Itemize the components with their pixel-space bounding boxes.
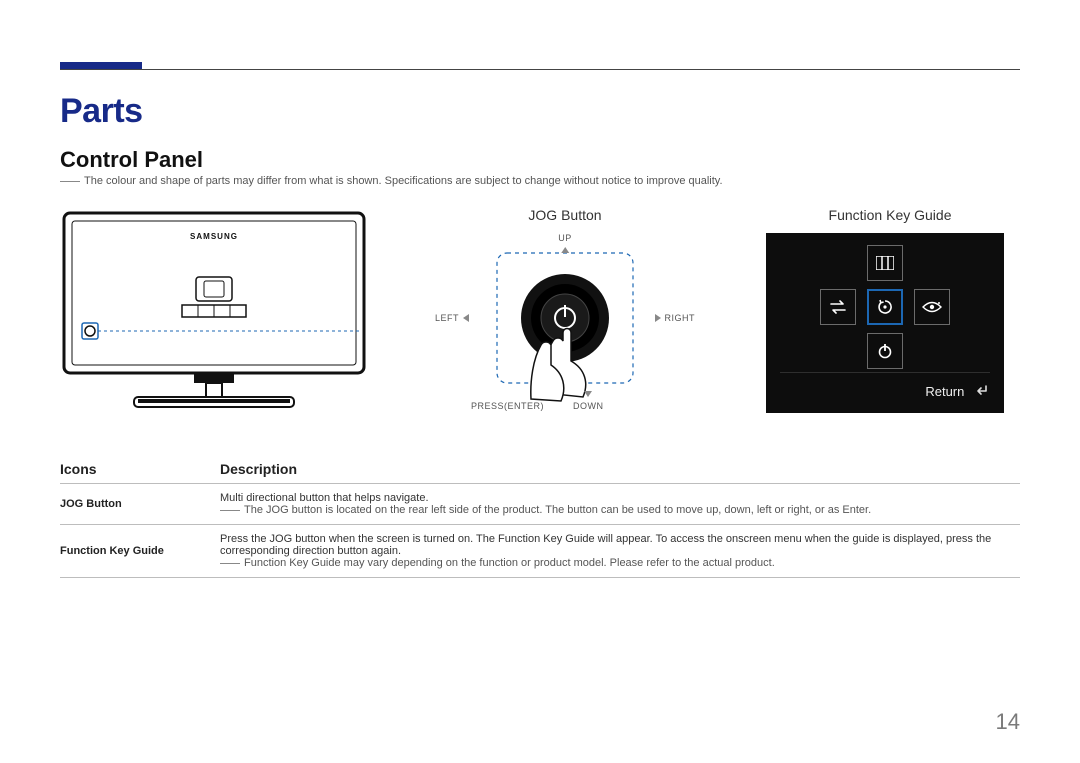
jog-stage: UP LEFT RIGHT DOWN PRESS(ENTER)	[435, 233, 695, 433]
jog-callout-right: RIGHT	[655, 313, 696, 323]
power-icon	[877, 343, 893, 359]
arrow-left-icon	[463, 314, 469, 322]
monitor-illustration: SAMSUNG	[60, 205, 370, 415]
function-key-guide-column: Function Key Guide	[760, 205, 1020, 413]
osd-divider	[780, 372, 990, 373]
note-dash-icon	[60, 181, 80, 182]
table-row: Function Key Guide Press the JOG button …	[60, 525, 1020, 578]
note-dash-icon	[220, 563, 240, 564]
brand-text: SAMSUNG	[190, 232, 238, 241]
arrow-up-icon	[561, 247, 569, 253]
row-jog-note-text: The JOG button is located on the rear le…	[244, 504, 871, 516]
row-fkg-note: Function Key Guide may vary depending on…	[220, 557, 1012, 569]
section-title: Parts	[60, 92, 1020, 131]
jog-press-label: PRESS(ENTER)	[471, 401, 544, 411]
jog-right-label: RIGHT	[665, 313, 696, 323]
row-name-fkg: Function Key Guide	[60, 525, 220, 578]
disclaimer-text: The colour and shape of parts may differ…	[84, 175, 723, 187]
osd-enter-button[interactable]	[867, 289, 903, 325]
jog-callout-press: PRESS(ENTER)	[471, 401, 544, 411]
figure-row: SAMSUNG J	[60, 205, 1020, 433]
jog-up-label: UP	[558, 233, 572, 243]
jog-callout-down: DOWN	[573, 391, 604, 411]
col-icons: Icons	[60, 455, 220, 484]
row-name-jog: JOG Button	[60, 484, 220, 525]
sub-title: Control Panel	[60, 147, 1020, 173]
note-dash-icon	[220, 510, 240, 511]
arrow-down-icon	[584, 391, 592, 397]
fkg-heading: Function Key Guide	[760, 207, 1020, 223]
table-header-row: Icons Description	[60, 455, 1020, 484]
row-desc-jog: Multi directional button that helps navi…	[220, 484, 1020, 525]
jog-button-detail: JOG Button UP	[380, 205, 750, 433]
osd-panel: Return	[766, 233, 1004, 413]
osd-menu-button[interactable]	[867, 245, 903, 281]
osd-eye-button[interactable]	[914, 289, 950, 325]
menu-icon	[876, 256, 894, 270]
osd-return-label: Return	[925, 384, 964, 399]
arrow-right-icon	[655, 314, 661, 322]
row-jog-note: The JOG button is located on the rear le…	[220, 504, 1012, 516]
jog-callout-up: UP	[558, 233, 572, 253]
chapter-mark	[60, 62, 142, 69]
osd-return[interactable]: Return	[925, 384, 988, 399]
row-desc-fkg: Press the JOG button when the screen is …	[220, 525, 1020, 578]
enter-icon	[876, 298, 894, 316]
osd-cross-layout	[810, 245, 960, 375]
eye-icon	[922, 300, 942, 314]
row-jog-line1: Multi directional button that helps navi…	[220, 492, 1012, 504]
jog-callout-left: LEFT	[435, 313, 469, 323]
row-fkg-line1: Press the JOG button when the screen is …	[220, 533, 1012, 557]
jog-left-label: LEFT	[435, 313, 459, 323]
osd-power-button[interactable]	[867, 333, 903, 369]
manual-page: Parts Control Panel The colour and shape…	[0, 0, 1080, 763]
jog-down-label: DOWN	[573, 401, 604, 411]
monitor-back-svg: SAMSUNG	[60, 205, 370, 415]
return-icon	[974, 384, 988, 399]
osd-source-button[interactable]	[820, 289, 856, 325]
loop-icon	[829, 300, 847, 314]
description-table: Icons Description JOG Button Multi direc…	[60, 455, 1020, 578]
row-fkg-note-text: Function Key Guide may vary depending on…	[244, 557, 775, 569]
jog-heading: JOG Button	[380, 207, 750, 223]
disclaimer-note: The colour and shape of parts may differ…	[60, 175, 1020, 187]
col-description: Description	[220, 455, 1020, 484]
table-row: JOG Button Multi directional button that…	[60, 484, 1020, 525]
jog-callout-svg	[435, 233, 695, 423]
top-rule	[60, 62, 1020, 70]
page-number: 14	[996, 709, 1020, 735]
